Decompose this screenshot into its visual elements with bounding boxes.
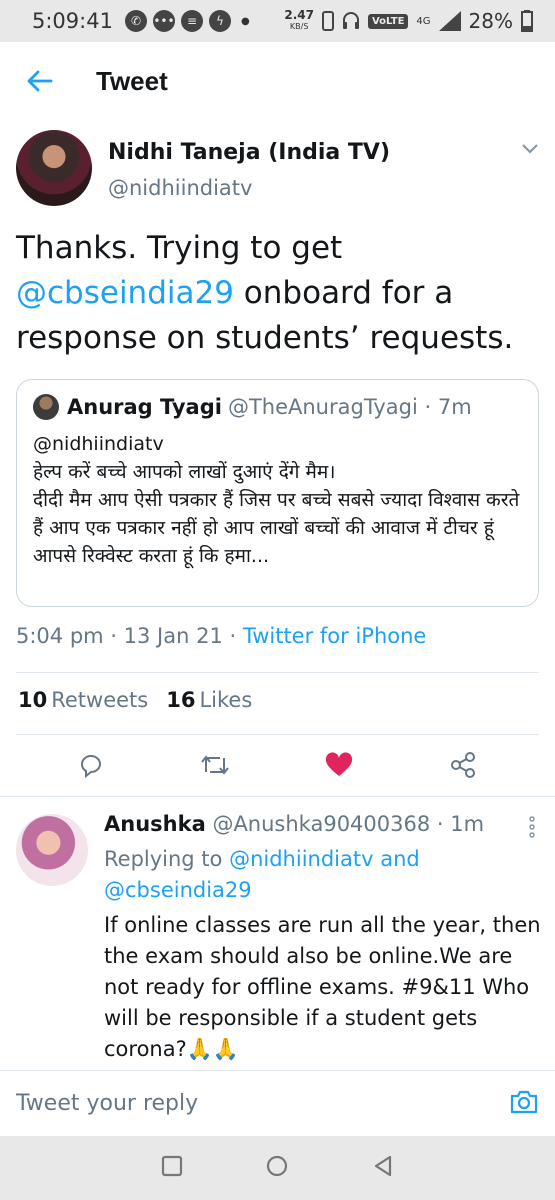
share-button[interactable] xyxy=(449,751,477,783)
quoted-tweet[interactable]: Anurag Tyagi @TheAnuragTyagi · 7m @nidhi… xyxy=(16,379,539,607)
reply-header: Anushka @Anushka90400368 · 1m xyxy=(104,812,484,836)
chat-icon: ••• xyxy=(152,10,175,32)
camera-icon xyxy=(510,1090,538,1113)
tweet-actions xyxy=(0,740,555,794)
status-time: 5:09:41 xyxy=(32,9,113,33)
message-icon: ≡ xyxy=(180,10,203,32)
likes-count-link[interactable]: 16 Likes xyxy=(166,688,252,712)
divider xyxy=(16,734,539,735)
reply-input[interactable] xyxy=(16,1091,509,1116)
quote-avatar xyxy=(33,394,59,420)
network-type: 4G xyxy=(416,15,431,27)
reply-button[interactable] xyxy=(78,752,104,782)
avatar[interactable] xyxy=(16,130,92,206)
volte-badge: VoLTE xyxy=(367,13,409,29)
reply-more-button[interactable] xyxy=(529,816,535,842)
header: Tweet xyxy=(0,42,555,120)
reply-composer xyxy=(0,1070,555,1136)
recents-button[interactable] xyxy=(161,1155,183,1181)
tweet-stats: 10 Retweets 16 Likes xyxy=(18,688,252,712)
reply-author-name: Anushka xyxy=(104,812,206,836)
reply-text: If online classes are run all the year, … xyxy=(104,913,541,1061)
recents-icon xyxy=(162,1155,183,1177)
battery-icon xyxy=(521,10,533,32)
tweet-meta: 5:04 pm · 13 Jan 21 · Twitter for iPhone xyxy=(16,624,426,648)
divider xyxy=(0,796,555,797)
replying-to-mention[interactable]: @cbseindia29 xyxy=(104,878,252,902)
messenger-icon: ϟ xyxy=(208,10,231,32)
headset-icon xyxy=(342,12,359,29)
back-button[interactable] xyxy=(0,70,80,92)
quote-header: Anurag Tyagi @TheAnuragTyagi · 7m xyxy=(33,394,522,420)
retweets-count-link[interactable]: 10 Retweets xyxy=(18,688,148,712)
reply-avatar[interactable] xyxy=(16,814,88,886)
divider xyxy=(16,672,539,673)
battery-percent: 28% xyxy=(468,9,513,33)
tweet-source-link[interactable]: Twitter for iPhone xyxy=(243,624,427,648)
back-arrow-icon xyxy=(27,70,53,92)
tweet-text: Thanks. Trying to get @cbseindia29 onboa… xyxy=(16,230,514,356)
more-vertical-icon xyxy=(529,816,535,838)
back-icon xyxy=(374,1155,391,1177)
dot-icon: ● xyxy=(240,15,250,27)
retweet-button[interactable] xyxy=(200,752,230,782)
like-icon xyxy=(326,752,353,776)
home-button[interactable] xyxy=(265,1154,289,1182)
share-icon xyxy=(451,752,476,778)
author-name[interactable]: Nidhi Taneja (India TV) xyxy=(108,140,390,165)
phone-icon xyxy=(321,11,334,31)
replying-to-mention[interactable]: @nidhiindiatv xyxy=(229,847,373,871)
system-navbar xyxy=(0,1136,555,1200)
net-speed: 2.47 KB/S xyxy=(284,8,314,31)
replying-to: Replying to @nidhiindiatv and @cbseindia2… xyxy=(104,847,420,902)
tweet-timestamp: 5:04 pm · 13 Jan 21 · xyxy=(16,624,243,648)
signal-icon xyxy=(438,11,461,31)
author-handle[interactable]: @nidhiindiatv xyxy=(108,176,252,200)
status-bar: 5:09:41 ✆ ••• ≡ ϟ ● 2.47 KB/S VoLTE 4G 2… xyxy=(0,0,555,42)
camera-button[interactable] xyxy=(509,1089,539,1119)
mention-link[interactable]: @cbseindia29 xyxy=(16,275,234,311)
whatsapp-icon: ✆ xyxy=(124,10,147,32)
reply-tweet[interactable]: Anushka @Anushka90400368 · 1m Replying t… xyxy=(0,808,555,1070)
quote-author-handle: @TheAnuragTyagi · 7m xyxy=(227,395,472,419)
retweet-icon xyxy=(200,755,229,775)
reply-author-handle: @Anushka90400368 · 1m xyxy=(212,812,485,836)
chevron-down-icon xyxy=(522,144,538,154)
quote-text: @nidhiindiatv हेल्प करें बच्चे आपको लाखो… xyxy=(33,433,520,567)
tweet-author: Nidhi Taneja (India TV) @nidhiindiatv xyxy=(16,130,539,210)
home-icon xyxy=(267,1155,288,1177)
reply-icon xyxy=(80,755,101,779)
tweet-menu-button[interactable] xyxy=(521,140,539,159)
like-button[interactable] xyxy=(325,752,353,782)
page-title: Tweet xyxy=(96,65,168,96)
system-back-button[interactable] xyxy=(372,1154,394,1182)
quote-author-name: Anurag Tyagi xyxy=(67,395,222,419)
